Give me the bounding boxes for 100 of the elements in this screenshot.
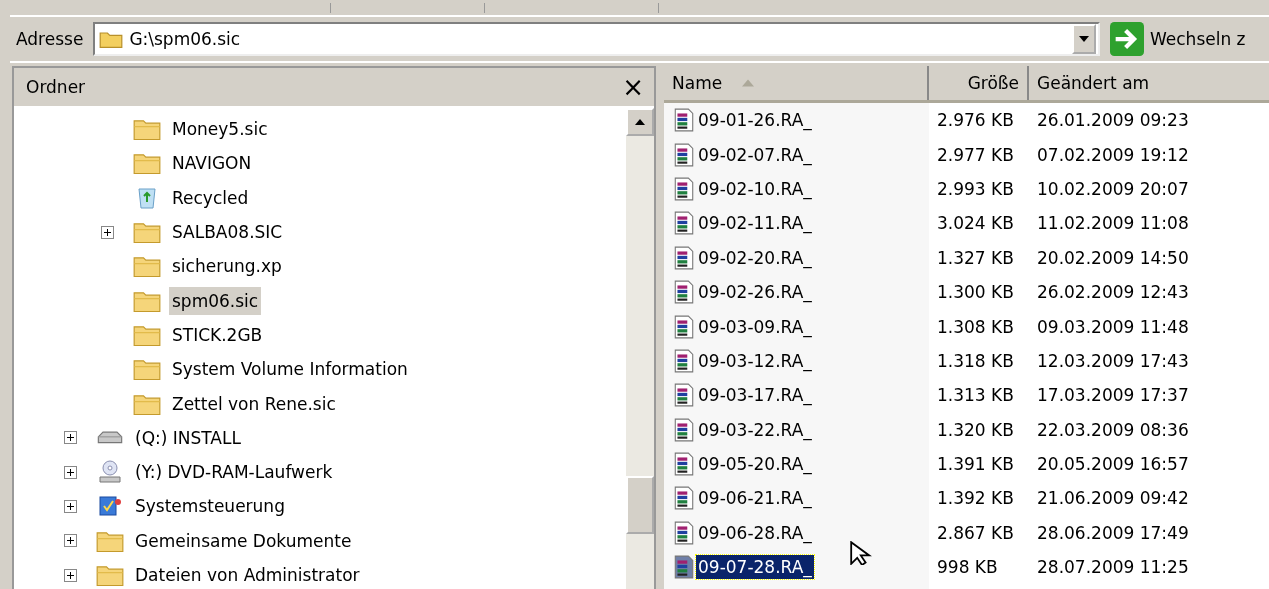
- control-panel-icon: [96, 494, 124, 519]
- file-size: 2.993 KB: [936, 178, 1015, 199]
- folder-icon: [99, 29, 124, 49]
- plus-icon: [66, 501, 75, 511]
- plus-icon: [66, 467, 75, 477]
- file-date: 20.05.2009 16:57: [1036, 454, 1190, 475]
- archive-file-icon: [674, 348, 694, 373]
- plus-icon: [103, 227, 112, 237]
- file-date: 28.06.2009 17:49: [1036, 522, 1190, 543]
- tree-item[interactable]: NAVIGON: [169, 149, 255, 178]
- close-button[interactable]: ×: [622, 74, 644, 100]
- file-date: 22.03.2009 08:36: [1036, 419, 1190, 440]
- pane-title: Ordner: [26, 77, 86, 97]
- tree-item[interactable]: SALBA08.SIC: [169, 218, 286, 247]
- tree-item[interactable]: Zettel von Rene.sic: [169, 389, 339, 418]
- archive-file-icon: [674, 383, 694, 408]
- file-date: 11.02.2009 11:08: [1036, 213, 1190, 234]
- archive-file-icon: [674, 520, 694, 545]
- up-arrow-icon: [635, 119, 645, 125]
- archive-file-icon: [674, 176, 694, 201]
- file-size: 1.313 KB: [936, 385, 1015, 406]
- tree-item[interactable]: Gemeinsame Dokumente: [132, 526, 355, 555]
- file-date: 10.02.2009 20:07: [1036, 178, 1190, 199]
- column-header[interactable]: Name: [664, 66, 929, 100]
- file-size: 2.867 KB: [936, 522, 1015, 543]
- file-size: 3.024 KB: [936, 213, 1015, 234]
- tree-item[interactable]: Dateien von Administrator: [132, 561, 363, 589]
- archive-file-icon: [674, 555, 694, 580]
- tree-item[interactable]: (Y:) DVD-RAM-Laufwerk: [132, 458, 336, 487]
- plus-icon: [66, 433, 75, 443]
- caret-icon: [1079, 36, 1089, 42]
- file-name[interactable]: 09-06-28.RA_: [696, 520, 814, 545]
- expand-button[interactable]: [64, 568, 77, 582]
- tree-item[interactable]: System Volume Information: [169, 355, 411, 384]
- file-date: 09.03.2009 11:48: [1036, 316, 1190, 337]
- archive-file-icon: [674, 108, 694, 133]
- folder-icon: [133, 151, 161, 176]
- scroll-up-button[interactable]: [626, 108, 654, 136]
- file-date: 17.03.2009 17:37: [1036, 385, 1190, 406]
- plus-icon: [66, 570, 75, 580]
- scroll-thumb[interactable]: [626, 476, 654, 534]
- tree-item[interactable]: sicherung.xp: [169, 252, 285, 281]
- file-size: 1.320 KB: [936, 419, 1015, 440]
- folder-icon: [133, 117, 161, 142]
- mouse-pointer-icon: [850, 541, 874, 565]
- archive-file-icon: [674, 486, 694, 511]
- file-name[interactable]: 09-03-12.RA_: [696, 348, 814, 373]
- file-date: 20.02.2009 14:50: [1036, 247, 1190, 268]
- expand-button[interactable]: [64, 431, 77, 445]
- archive-file-icon: [674, 280, 694, 305]
- folder-icon: [96, 563, 124, 587]
- tree-item[interactable]: Recycled: [169, 183, 252, 212]
- column-header[interactable]: Geändert am: [1029, 66, 1269, 100]
- archive-file-icon: [674, 417, 694, 442]
- archive-file-icon: [674, 245, 694, 270]
- file-name[interactable]: 09-03-22.RA_: [696, 417, 814, 442]
- tree-item[interactable]: Systemsteuerung: [132, 492, 288, 521]
- file-name[interactable]: 09-01-26.RA_: [696, 108, 814, 133]
- sort-arrow-icon: [742, 79, 755, 87]
- file-size: 1.392 KB: [936, 488, 1015, 509]
- file-size: 1.327 KB: [936, 247, 1015, 268]
- file-size: 1.300 KB: [936, 282, 1015, 303]
- file-name[interactable]: 09-02-11.RA_: [696, 211, 814, 236]
- file-date: 26.02.2009 12:43: [1036, 282, 1190, 303]
- file-size: 1.308 KB: [936, 316, 1015, 337]
- file-name[interactable]: 09-05-20.RA_: [696, 452, 814, 477]
- file-name[interactable]: 09-03-09.RA_: [696, 314, 814, 339]
- address-label: Adresse: [15, 29, 85, 49]
- tree-item[interactable]: STICK.2GB: [169, 320, 266, 349]
- dropdown-button[interactable]: [1072, 24, 1096, 54]
- expand-button[interactable]: [64, 499, 77, 513]
- file-date: 07.02.2009 19:12: [1036, 144, 1190, 165]
- file-name[interactable]: 09-02-26.RA_: [696, 280, 814, 305]
- file-date: 26.01.2009 09:23: [1036, 110, 1190, 131]
- tree-item[interactable]: spm06.sic: [169, 286, 262, 315]
- file-name[interactable]: 09-07-28.RA_: [696, 555, 814, 580]
- plus-icon: [66, 536, 75, 546]
- file-date: 21.06.2009 09:42: [1036, 488, 1190, 509]
- folder-icon: [133, 220, 161, 245]
- file-name[interactable]: 09-03-17.RA_: [696, 383, 814, 408]
- file-name[interactable]: 09-06-21.RA_: [696, 486, 814, 511]
- file-name[interactable]: 09-02-20.RA_: [696, 245, 814, 270]
- expand-button[interactable]: [101, 225, 114, 239]
- tree-item[interactable]: (Q:) INSTALL: [132, 423, 244, 452]
- archive-file-icon: [674, 314, 694, 339]
- column-header[interactable]: Größe: [929, 66, 1029, 100]
- tree-item[interactable]: Money5.sic: [169, 115, 271, 144]
- expand-button[interactable]: [64, 465, 77, 479]
- file-size: 2.976 KB: [936, 110, 1015, 131]
- file-size: 1.391 KB: [936, 454, 1015, 475]
- address-field[interactable]: G:\spm06.sic: [93, 22, 1100, 56]
- folder-icon: [133, 254, 161, 279]
- archive-file-icon: [674, 142, 694, 167]
- file-name[interactable]: 09-02-07.RA_: [696, 142, 814, 167]
- archive-file-icon: [674, 452, 694, 477]
- file-name[interactable]: 09-02-10.RA_: [696, 176, 814, 201]
- scrollbar[interactable]: [626, 108, 654, 589]
- file-size: 998 KB: [936, 557, 999, 578]
- expand-button[interactable]: [64, 534, 77, 548]
- file-date: 28.07.2009 11:25: [1036, 557, 1190, 578]
